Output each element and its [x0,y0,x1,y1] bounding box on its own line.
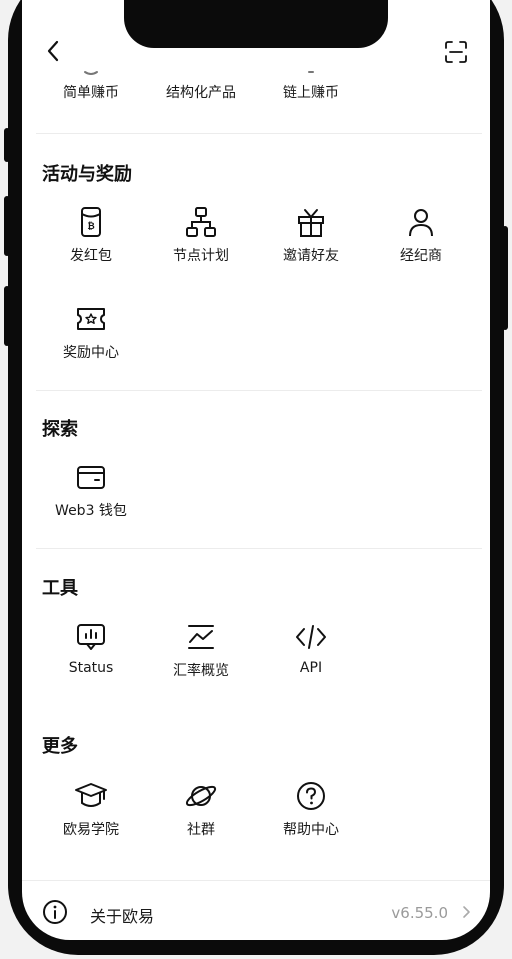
screen: 简单赚币 结构化产品 链上赚币 活动与奖励 ₿ 发红包 节点计划 邀请好友 经纪… [22,0,490,940]
about-row[interactable]: 关于欧易 v6.55.0 [22,880,490,939]
volume-down-button [4,286,10,346]
academy-item[interactable]: 欧易学院 [36,779,146,839]
item-label: 简单赚币 [63,85,119,101]
community-item[interactable]: 社群 [146,779,256,839]
structured-products-item[interactable]: 结构化产品 [146,70,256,102]
chevron-right-icon [463,906,470,918]
section-title-activities: 活动与奖励 [42,164,132,185]
item-label: 邀请好友 [283,248,339,264]
power-button [502,226,508,330]
question-icon [297,782,325,810]
item-label: 汇率概览 [173,663,229,679]
scan-icon [445,41,467,63]
item-label: API [299,660,323,676]
mute-switch [4,128,10,162]
item-label: 链上赚币 [283,85,339,101]
help-center-item[interactable]: 帮助中心 [256,779,366,839]
structured-products-icon [191,70,211,78]
gift-icon [298,209,324,237]
node-plan-item[interactable]: 节点计划 [146,205,256,265]
person-icon [409,209,433,237]
code-icon [296,625,326,649]
version-text: v6.55.0 [391,904,448,922]
rate-overview-item[interactable]: 汇率概览 [146,620,256,680]
planet-icon [185,785,217,807]
item-label: 奖励中心 [63,345,119,361]
rewards-center-item[interactable]: 奖励中心 [36,302,146,362]
scan-button[interactable] [442,38,470,66]
info-icon [43,900,67,924]
section-divider [36,133,482,134]
svg-text:₿: ₿ [87,221,94,232]
earn-simple-item[interactable]: 简单赚币 [36,70,146,102]
red-packet-icon: ₿ [81,207,101,237]
invite-friends-item[interactable]: 邀请好友 [256,205,366,265]
ticket-star-icon [77,308,105,330]
status-monitor-icon [77,624,105,650]
rate-chart-icon [188,625,214,649]
earn-simple-icon [84,71,98,75]
item-label: 帮助中心 [283,822,339,838]
back-button[interactable] [38,36,68,66]
item-label: 节点计划 [173,248,229,264]
status-item[interactable]: Status [36,620,146,676]
item-label: Status [68,660,114,676]
section-title-tools: 工具 [42,578,78,599]
item-label: 发红包 [70,248,112,264]
broker-item[interactable]: 经纪商 [366,205,476,265]
section-title-explore: 探索 [42,419,78,440]
section-title-more: 更多 [42,736,78,757]
item-label: 结构化产品 [166,85,236,101]
item-label: 经纪商 [400,248,442,264]
api-item[interactable]: API [256,620,366,676]
chevron-left-icon [47,40,59,62]
section-divider [36,390,482,391]
graduation-cap-icon [75,783,107,807]
onchain-earn-item[interactable]: 链上赚币 [256,70,366,102]
section-divider [36,548,482,549]
volume-up-button [4,196,10,256]
item-label: 欧易学院 [63,822,119,838]
red-packet-item[interactable]: ₿ 发红包 [36,205,146,265]
onchain-earn-icon [308,71,314,73]
item-label: Web3 钱包 [55,503,127,519]
item-label: 社群 [187,822,215,838]
node-tree-icon [186,207,216,237]
wallet-icon [77,466,105,489]
about-label: 关于欧易 [90,907,155,926]
web3-wallet-item[interactable]: Web3 钱包 [36,460,146,520]
notch [124,0,388,48]
